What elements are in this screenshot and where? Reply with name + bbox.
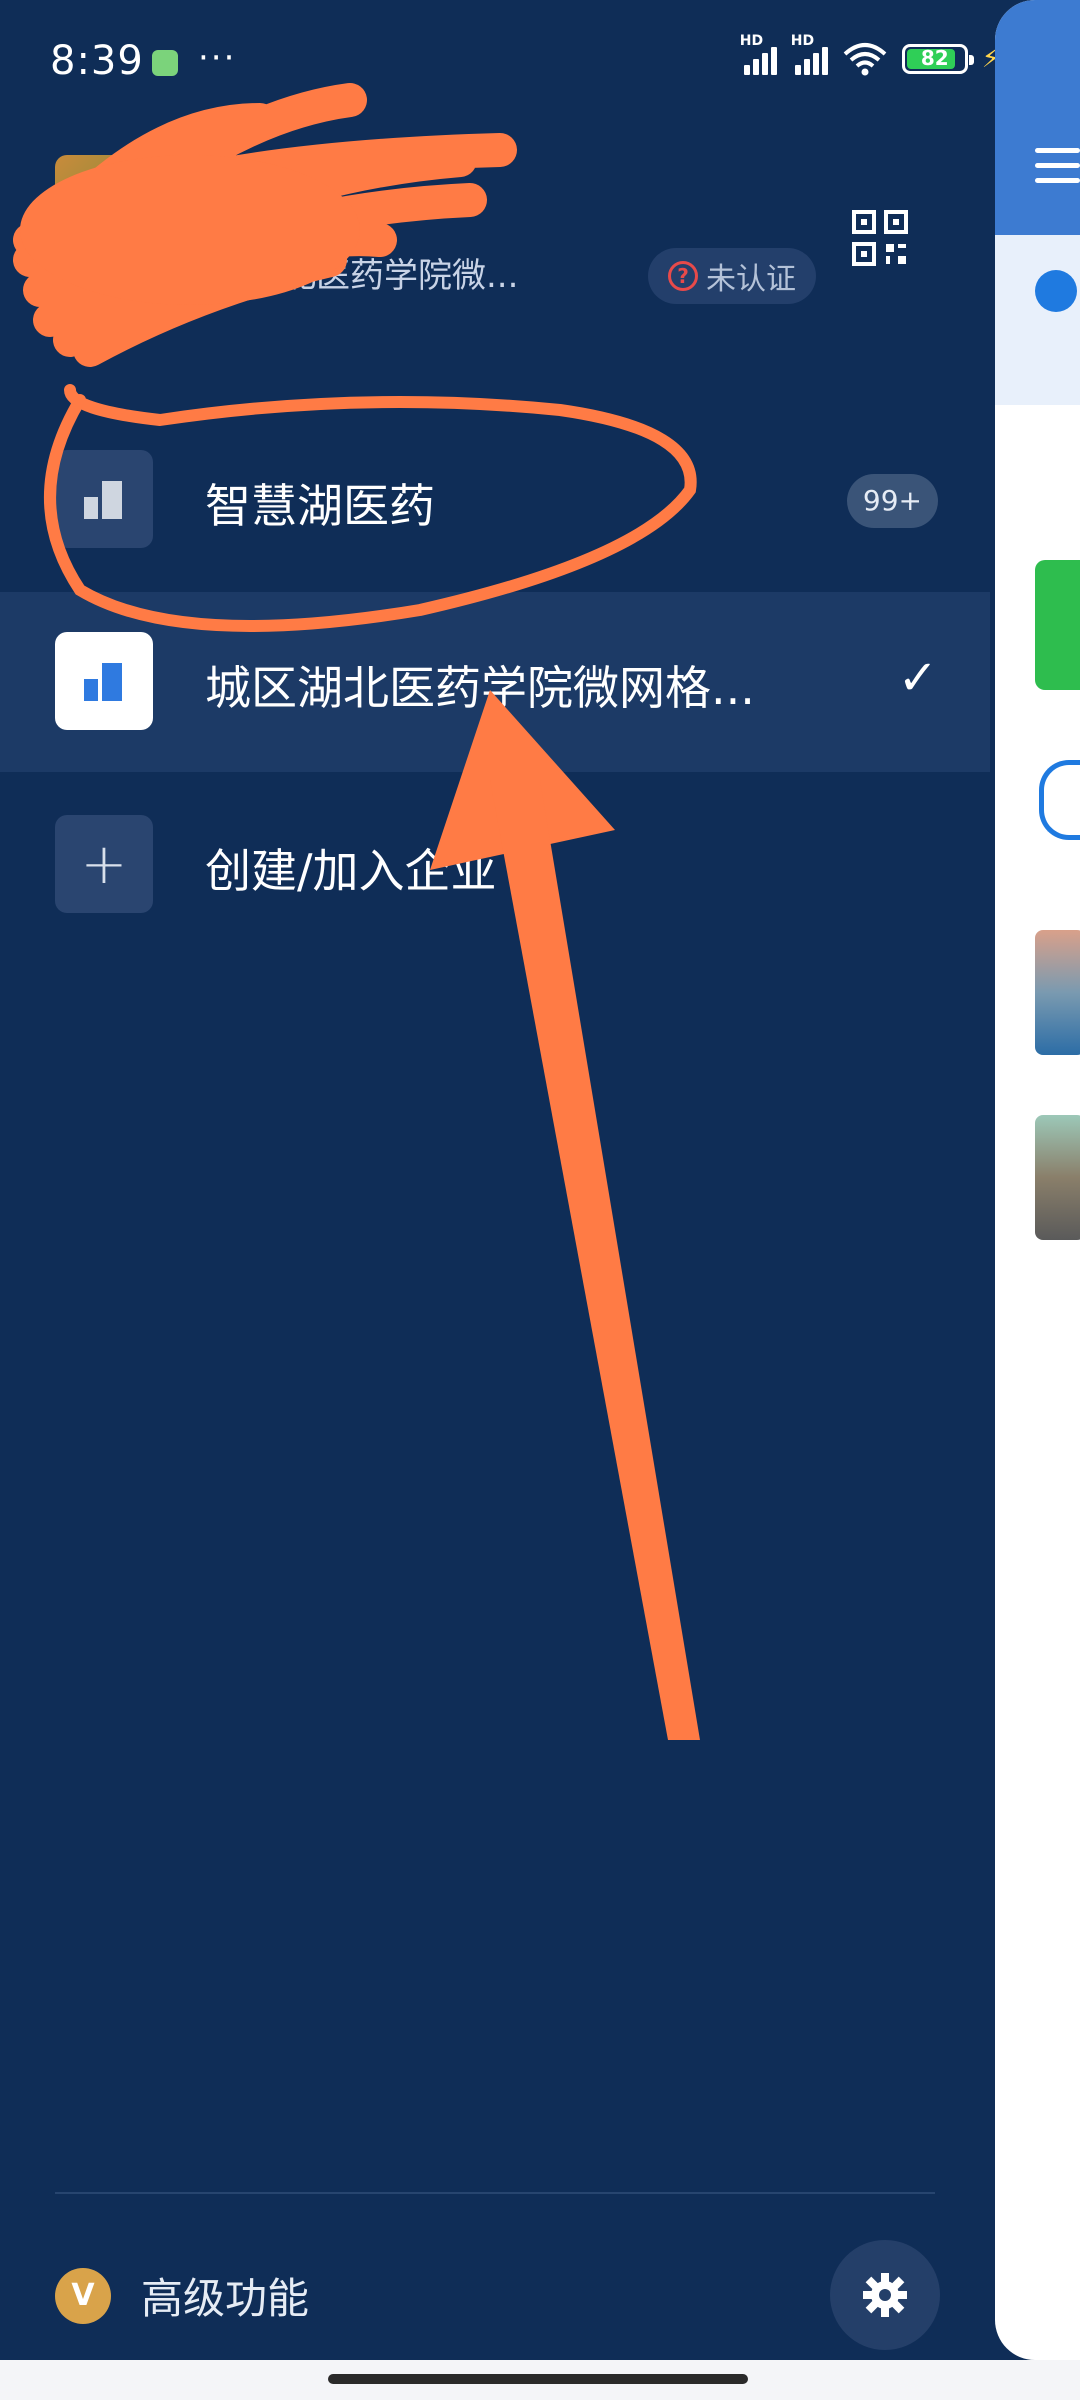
plus-icon: +	[55, 815, 153, 913]
checkmark-icon: ✓	[897, 650, 938, 706]
battery-level: 82	[920, 46, 949, 70]
system-indicators: HD HD 82 ⚡	[740, 33, 1000, 76]
premium-icon: V	[55, 2267, 111, 2324]
org-label: 智慧湖医药	[205, 479, 435, 533]
question-icon: ?	[668, 261, 698, 291]
status-bar: 8:39 ··· HD HD 82 ⚡	[0, 0, 1080, 120]
premium-features-button[interactable]: V 高级功能	[55, 2265, 309, 2326]
verification-label: 未认证	[706, 262, 796, 297]
profile-header[interactable]: › 城区湖北医药学院微... ? 未认证	[0, 130, 990, 330]
peek-header	[995, 0, 1080, 235]
verification-badge[interactable]: ? 未认证	[648, 248, 816, 304]
info-icon	[1035, 270, 1077, 312]
more-notifications-icon: ···	[198, 38, 237, 78]
clock: 8:39	[50, 38, 144, 84]
chat-bubble-icon	[1039, 760, 1080, 840]
avatar[interactable]	[55, 155, 155, 255]
annotation-overlay	[44, 384, 700, 1740]
peek-info-banner	[995, 235, 1080, 405]
underlying-page-peek[interactable]	[995, 0, 1080, 2360]
wifi-icon	[843, 43, 887, 76]
chevron-right-icon: ›	[448, 174, 463, 215]
signal-icon: HD	[740, 33, 777, 75]
unread-badge: 99+	[846, 474, 938, 528]
org-item-zhihui[interactable]: 智慧湖医药 99+	[0, 410, 990, 590]
building-icon	[55, 632, 153, 730]
divider	[55, 2192, 935, 2194]
premium-label: 高级功能	[141, 2274, 310, 2323]
battery-icon: 82	[901, 44, 974, 74]
gear-icon	[863, 2273, 907, 2317]
building-icon	[55, 450, 153, 548]
hd-label: HD	[739, 33, 764, 49]
peek-green-tile	[1035, 560, 1080, 690]
home-gesture-handle[interactable]	[328, 2374, 748, 2384]
menu-icon	[1035, 148, 1080, 188]
peek-thumbnail	[1035, 1115, 1080, 1240]
signal-icon: HD	[791, 33, 828, 75]
qr-code-icon[interactable]	[852, 210, 908, 266]
org-label: 城区湖北医药学院微网格...	[205, 661, 755, 715]
settings-button[interactable]	[830, 2240, 940, 2350]
current-org-name: 城区湖北医药学院微...	[180, 256, 519, 296]
create-join-org[interactable]: + 创建/加入企业	[0, 775, 990, 955]
peek-thumbnail	[1035, 930, 1080, 1055]
org-item-chengqu[interactable]: 城区湖北医药学院微网格... ✓	[0, 592, 990, 772]
hd-label: HD	[790, 33, 815, 49]
org-label: 创建/加入企业	[205, 844, 497, 898]
wechat-notification-icon	[152, 50, 178, 76]
